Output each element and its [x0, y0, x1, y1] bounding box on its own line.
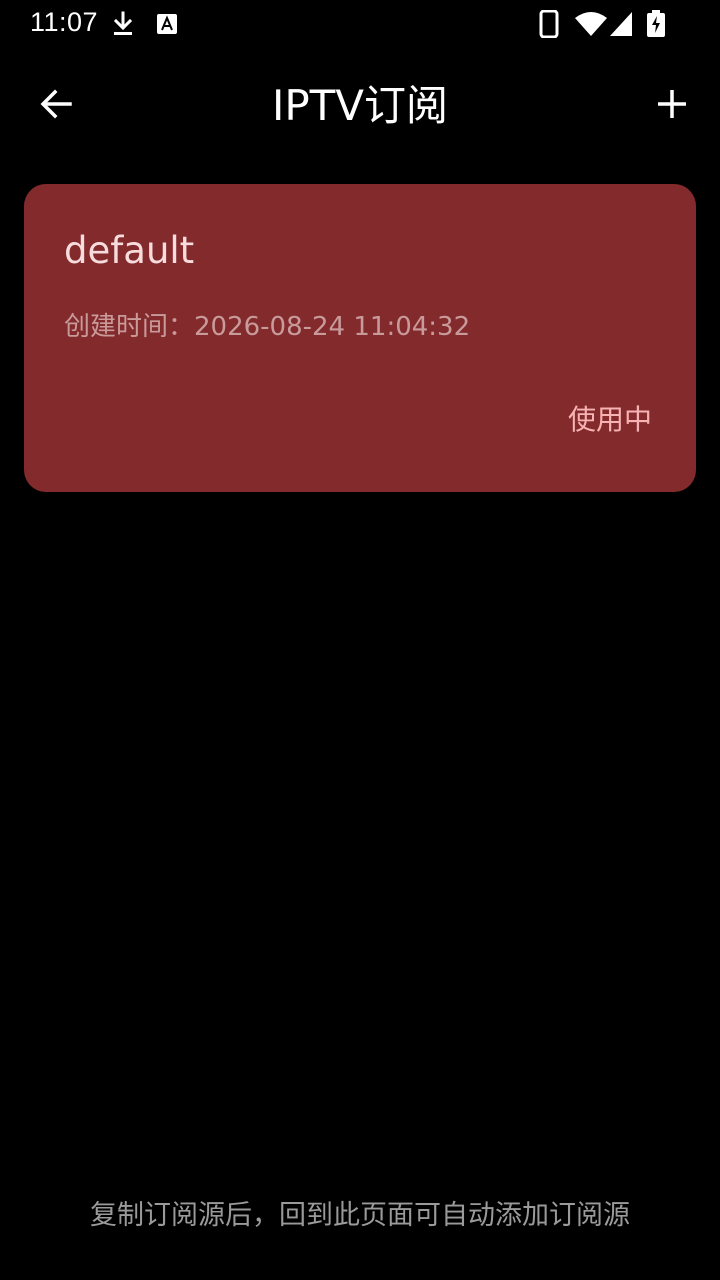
phone-icon [538, 10, 560, 38]
download-icon [110, 10, 136, 38]
status-time: 11:07 [30, 7, 99, 37]
app-bar: IPTV订阅 [0, 56, 720, 156]
subscription-name: default [64, 229, 195, 272]
subscription-card[interactable]: default 创建时间：2026-08-24 11:04:32 使用中 [24, 184, 696, 492]
status-bar: 11:07 [0, 0, 720, 48]
plus-icon [656, 88, 688, 124]
wifi-icon [574, 10, 608, 38]
subscription-status-badge: 使用中 [567, 403, 652, 436]
subscription-created-time: 创建时间：2026-08-24 11:04:32 [64, 312, 471, 342]
battery-charging-icon [646, 10, 666, 38]
signal-icon [608, 10, 634, 38]
page-title: IPTV订阅 [271, 81, 449, 130]
add-subscription-button[interactable] [644, 78, 700, 134]
font-notification-icon [156, 10, 178, 38]
footer-hint: 复制订阅源后，回到此页面可自动添加订阅源 [90, 1200, 630, 1231]
